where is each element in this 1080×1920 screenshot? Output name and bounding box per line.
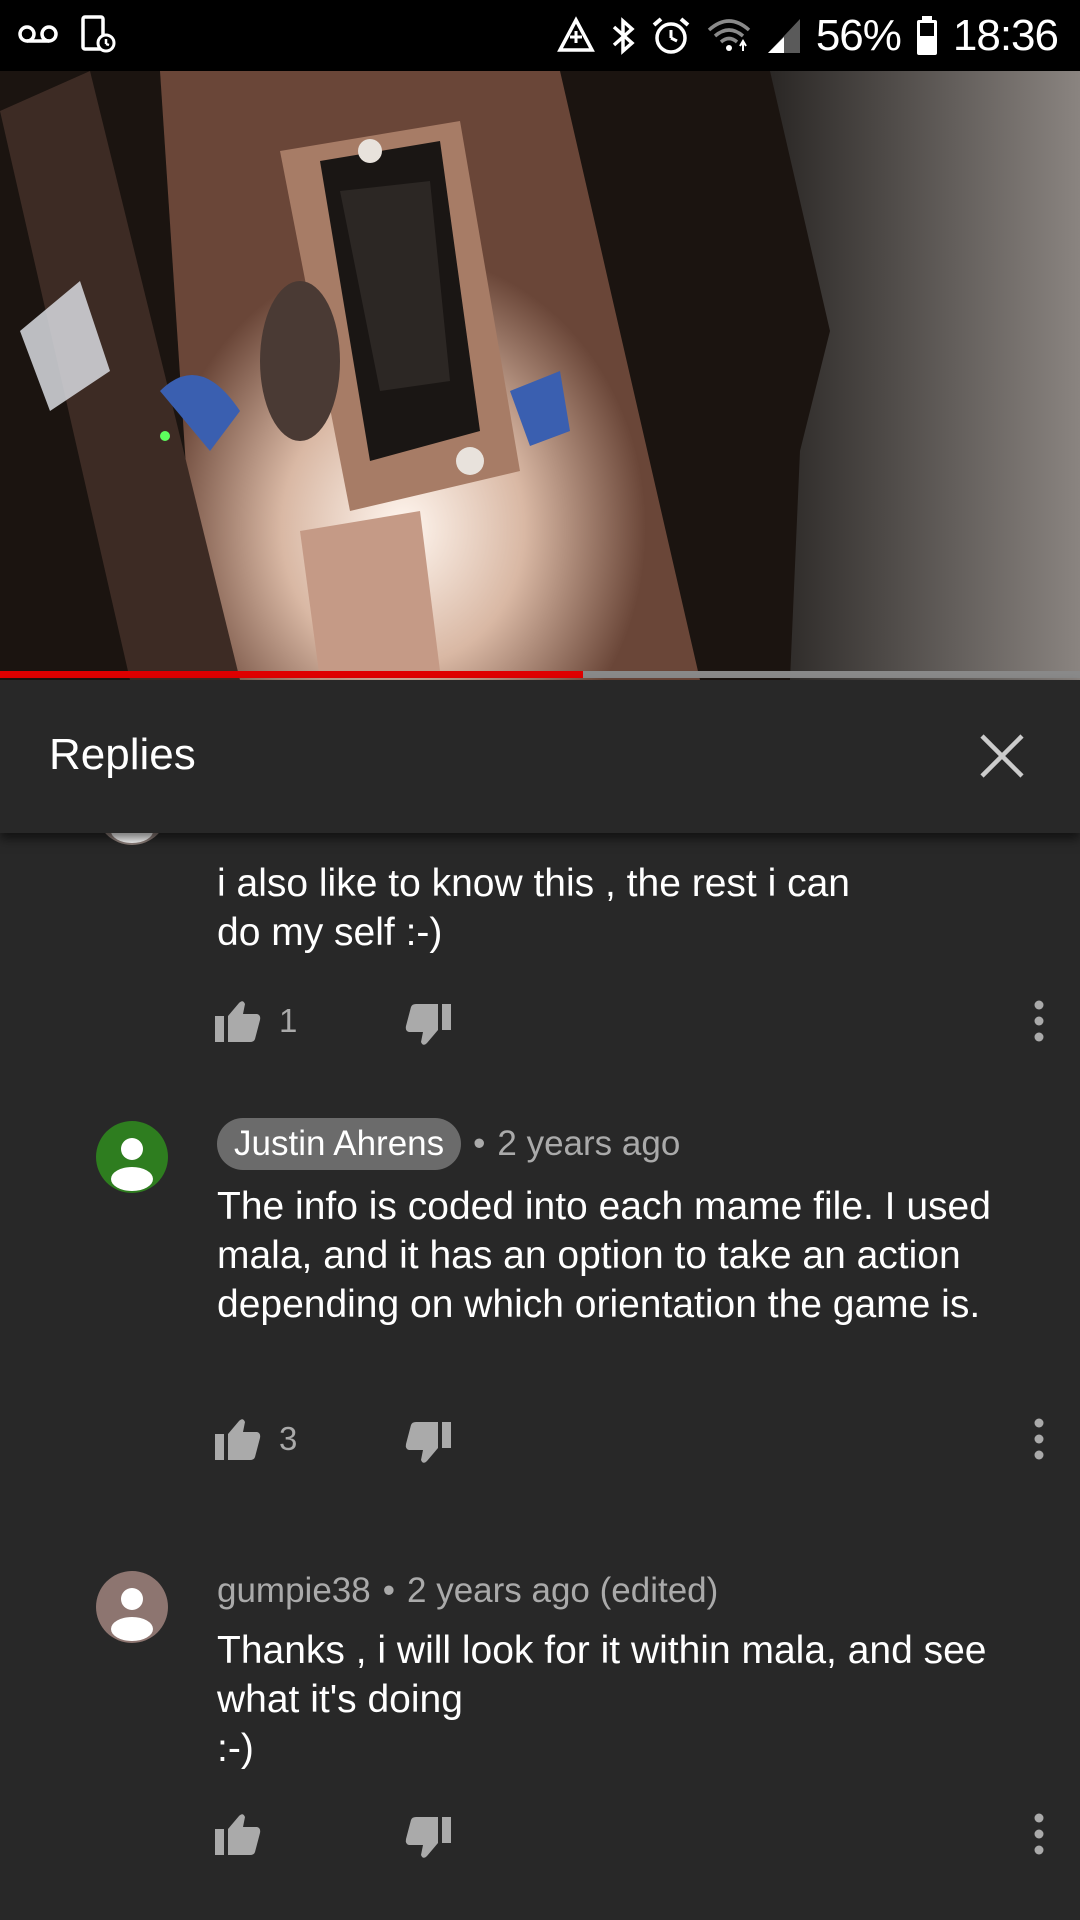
like-button[interactable]: 3 xyxy=(215,1417,297,1461)
thumbs-down-icon xyxy=(405,1817,451,1858)
avatar[interactable] xyxy=(96,833,168,845)
comment-text: The info is coded into each mame file. I… xyxy=(217,1185,991,1326)
comment-text: i also like to know this , the rest i ca… xyxy=(217,862,850,954)
video-frame xyxy=(0,71,1080,680)
comment-item: Justin Ahrens • 2 years ago The info is … xyxy=(0,1118,1080,1551)
dislike-button[interactable] xyxy=(405,1816,451,1865)
like-count: 1 xyxy=(279,1002,298,1039)
like-button[interactable]: 1 xyxy=(215,999,297,1043)
screen-record-icon xyxy=(80,14,116,54)
dislike-button[interactable] xyxy=(405,1421,451,1470)
data-saver-icon xyxy=(556,16,596,56)
status-bar: 56% 18:36 xyxy=(0,0,1080,71)
more-options-button[interactable] xyxy=(1033,1812,1045,1861)
battery-icon xyxy=(915,15,939,57)
dislike-button[interactable] xyxy=(405,1003,451,1052)
alarm-icon xyxy=(650,15,692,57)
video-progress-bar[interactable] xyxy=(0,671,1080,678)
separator-dot: • xyxy=(473,1124,486,1163)
thumbs-down-icon xyxy=(405,1422,451,1463)
replies-header: Replies xyxy=(0,680,1080,833)
separator-dot: • xyxy=(382,1571,395,1610)
comment-author[interactable]: Justin Ahrens xyxy=(217,1118,462,1170)
comment-actions xyxy=(215,1812,1045,1872)
video-progress-fill xyxy=(0,671,584,678)
replies-list[interactable]: i also like to know this , the rest i ca… xyxy=(0,833,1080,1920)
comment-text: Thanks , i will look for it within mala,… xyxy=(217,1629,987,1770)
comment-actions: 1 xyxy=(215,999,1045,1059)
wifi-icon xyxy=(706,16,752,56)
more-vert-icon xyxy=(1034,1000,1044,1042)
comment-time: 2 years ago xyxy=(497,1124,681,1163)
signal-icon xyxy=(766,17,802,55)
thumbs-up-icon xyxy=(215,1001,261,1042)
comment-time: 2 years ago (edited) xyxy=(407,1571,719,1610)
comment-actions: 3 xyxy=(215,1417,1045,1477)
more-vert-icon xyxy=(1034,1418,1044,1460)
replies-title: Replies xyxy=(49,730,196,779)
comment-meta: Justin Ahrens • 2 years ago xyxy=(217,1118,680,1170)
more-options-button[interactable] xyxy=(1033,1417,1045,1466)
avatar[interactable] xyxy=(96,1121,168,1193)
voicemail-icon xyxy=(18,22,58,46)
comment-meta: gumpie38 • 2 years ago (edited) xyxy=(217,1571,718,1611)
video-player[interactable] xyxy=(0,71,1080,680)
thumbs-up-icon xyxy=(215,1419,261,1460)
thumbs-up-icon xyxy=(215,1814,261,1855)
more-vert-icon xyxy=(1034,1813,1044,1855)
comment-item: gumpie38 • 2 years ago (edited) Thanks ,… xyxy=(0,1571,1080,1920)
more-options-button[interactable] xyxy=(1033,999,1045,1048)
battery-percentage: 56% xyxy=(815,11,902,60)
like-button[interactable] xyxy=(215,1812,279,1856)
like-count: 3 xyxy=(279,1420,298,1457)
comment-author[interactable]: gumpie38 xyxy=(217,1571,371,1611)
bluetooth-icon xyxy=(610,15,636,57)
avatar[interactable] xyxy=(96,1571,168,1643)
close-button[interactable] xyxy=(962,722,1042,790)
clock: 18:36 xyxy=(952,11,1059,60)
close-icon xyxy=(980,734,1024,778)
thumbs-down-icon xyxy=(405,1004,451,1045)
